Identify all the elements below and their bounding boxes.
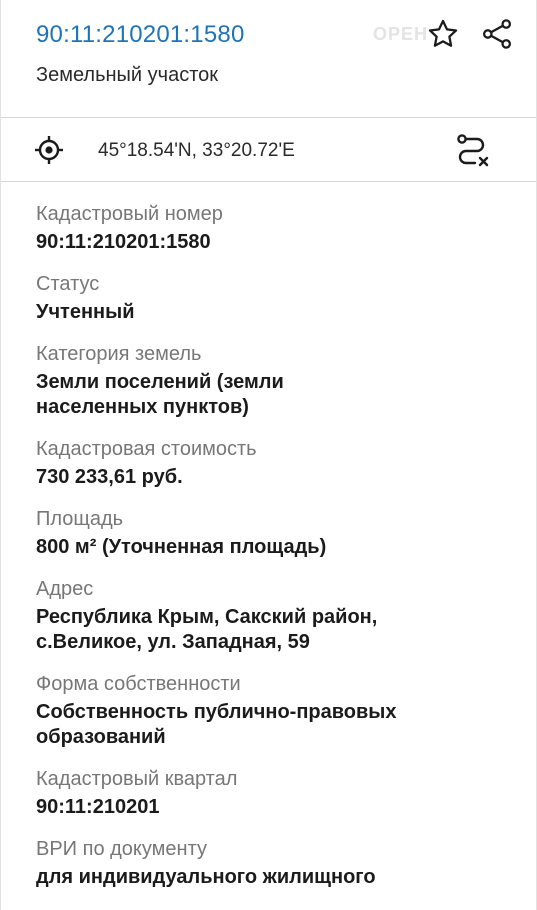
field-label: Кадастровый номер xyxy=(36,203,223,225)
field-value: 730 233,61 руб. xyxy=(36,466,183,488)
field-value: Собственность публично-правовых образова… xyxy=(36,701,397,748)
field-land-category: Категория земель Земли поселений (земли … xyxy=(1,341,536,420)
field-value: Республика Крым, Сакский район, с.Велико… xyxy=(36,606,378,653)
field-label: Адрес xyxy=(36,578,94,600)
field-label: ВРИ по документу xyxy=(36,838,207,860)
field-permitted-use: ВРИ по документу для индивидуального жил… xyxy=(1,836,536,890)
field-status: Статус Учтенный xyxy=(1,271,536,325)
share-icon[interactable] xyxy=(479,16,515,52)
field-cadastral-value: Кадастровая стоимость 730 233,61 руб. xyxy=(1,436,536,490)
field-ownership-form: Форма собственности Собственность публич… xyxy=(1,671,536,750)
field-value: 800 м² (Уточненная площадь) xyxy=(36,536,327,558)
field-label: Кадастровая стоимость xyxy=(36,438,257,460)
cadastral-number-title[interactable]: 90:11:210201:1580 xyxy=(36,20,245,50)
land-plot-card: 90:11:210201:1580 Земельный участок ОРЕН xyxy=(0,0,537,910)
object-type: Земельный участок xyxy=(36,64,219,86)
field-label: Статус xyxy=(36,273,100,295)
field-label: Площадь xyxy=(36,508,124,530)
coordinates-text[interactable]: 45°18.54'N, 33°20.72'E xyxy=(98,139,295,163)
field-label: Форма собственности xyxy=(36,673,241,695)
card-header: 90:11:210201:1580 Земельный участок ОРЕН xyxy=(1,0,536,118)
field-label: Кадастровый квартал xyxy=(36,768,238,790)
star-icon[interactable] xyxy=(425,16,461,52)
field-value: 90:11:210201:1580 xyxy=(36,231,211,253)
watermark: ОРЕН xyxy=(373,24,429,44)
crosshair-icon[interactable] xyxy=(33,134,65,166)
field-value: Земли поселений (земли населенных пункто… xyxy=(36,371,284,418)
property-fields: Кадастровый номер 90:11:210201:1580 Стат… xyxy=(1,182,536,890)
field-value: для индивидуального жилищного xyxy=(36,866,376,888)
field-cadastral-number: Кадастровый номер 90:11:210201:1580 xyxy=(1,201,536,255)
field-label: Категория земель xyxy=(36,343,202,365)
field-value: Учтенный xyxy=(36,301,135,323)
field-address: Адрес Республика Крым, Сакский район, с.… xyxy=(1,576,536,655)
field-area: Площадь 800 м² (Уточненная площадь) xyxy=(1,506,536,560)
field-value[interactable]: 90:11:210201 xyxy=(36,795,501,820)
field-cadastral-quarter: Кадастровый квартал 90:11:210201 xyxy=(1,766,536,820)
route-cancel-icon[interactable] xyxy=(453,131,491,169)
coordinates-bar: 45°18.54'N, 33°20.72'E xyxy=(1,118,536,182)
